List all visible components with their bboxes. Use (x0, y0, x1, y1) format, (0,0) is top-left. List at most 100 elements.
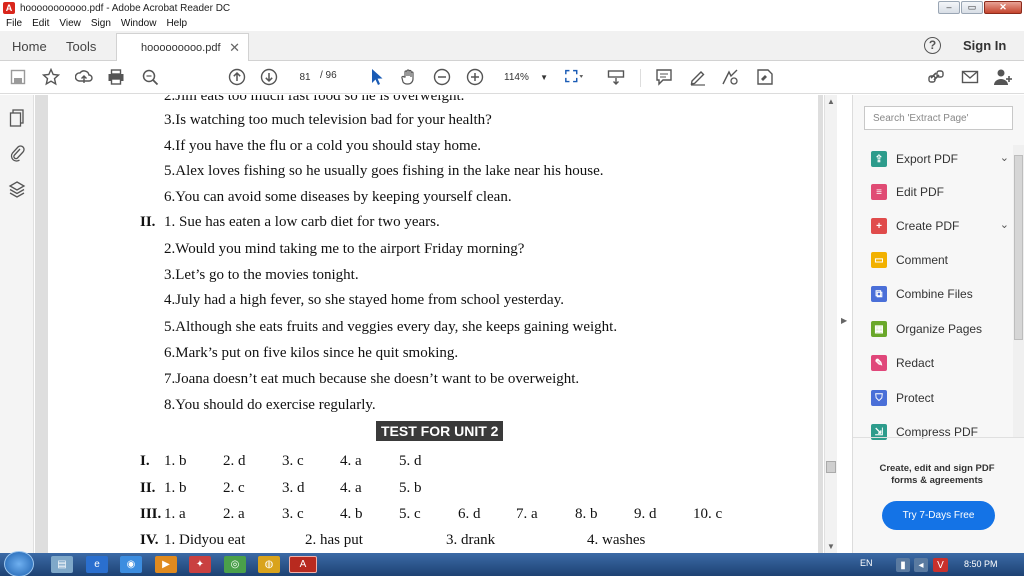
start-button-icon[interactable] (4, 551, 34, 576)
answer-item: 10. c (693, 506, 723, 522)
toolbar: 81 / 96 114% ▼ (0, 61, 1024, 94)
sign-in-button[interactable]: Sign In (963, 38, 1006, 53)
media-player-icon[interactable]: ▶ (155, 556, 177, 573)
document-viewport[interactable]: 2.Jim eats too much fast food so he is o… (35, 95, 823, 553)
page-thumbnails-icon[interactable] (8, 109, 26, 127)
menu-file[interactable]: File (6, 18, 22, 29)
close-button[interactable]: ✕ (984, 1, 1022, 14)
chrome-icon[interactable]: ◍ (258, 556, 280, 573)
answer-item: 3. c (282, 453, 304, 469)
window-controls: – ▭ ✕ (938, 1, 1022, 14)
edit-pdf-icon: ≡ (871, 184, 887, 200)
comment-icon[interactable] (654, 67, 674, 87)
send-sign-icon[interactable] (754, 67, 774, 87)
zoom-level-select[interactable]: 114% ▼ (500, 69, 550, 86)
tab-tools[interactable]: Tools (66, 39, 96, 54)
attachments-paperclip-icon[interactable] (8, 144, 26, 162)
browser-icon[interactable]: ◉ (120, 556, 142, 573)
minimize-button[interactable]: – (938, 1, 960, 14)
system-clock[interactable]: 8:50 PM (964, 559, 998, 569)
page-number-input[interactable]: 81 (290, 69, 320, 86)
try-free-button[interactable]: Try 7-Days Free (882, 501, 995, 530)
zoom-in-icon[interactable] (465, 67, 485, 87)
scrollbar-thumb[interactable] (1014, 155, 1023, 340)
promo-text: Create, edit and sign PDF forms & agreem… (879, 463, 995, 486)
menu-sign[interactable]: Sign (91, 18, 111, 29)
next-page-icon[interactable] (259, 67, 279, 87)
collapse-right-panel-arrow-icon[interactable]: ▶ (841, 316, 847, 325)
windows-taskbar: ▤ e ◉ ▶ ✦ ◎ ◍ A EN ▮ ◂ V 8:50 PM (0, 551, 1024, 576)
answer-item: 2. d (223, 453, 246, 469)
comment-icon: ▭ (871, 252, 887, 268)
upload-cloud-icon[interactable] (74, 67, 94, 87)
chevron-down-icon[interactable]: ⌄ (1000, 151, 1009, 164)
volume-icon[interactable]: ◂ (914, 558, 928, 572)
language-indicator[interactable]: EN (860, 558, 873, 568)
answer-item: 5. d (399, 453, 422, 469)
chevron-down-icon: ▼ (540, 73, 548, 82)
tool-create-pdf[interactable]: + Create PDF ⌄ (871, 216, 1011, 236)
answer-row-label: II. (140, 480, 156, 496)
previous-page-icon[interactable] (227, 67, 247, 87)
menu-window[interactable]: Window (121, 18, 157, 29)
email-icon[interactable] (960, 67, 980, 87)
answer-item: 8. b (575, 506, 598, 522)
save-icon[interactable] (8, 67, 28, 87)
internet-explorer-icon[interactable]: e (86, 556, 108, 573)
file-explorer-icon[interactable]: ▤ (51, 556, 73, 573)
keyboard-scroll-icon[interactable] (606, 67, 626, 87)
select-cursor-icon[interactable] (367, 67, 387, 87)
scrollbar-thumb[interactable] (826, 461, 836, 473)
tool-organize-pages[interactable]: ▦ Organize Pages (871, 319, 1011, 339)
panel-divider (853, 437, 1024, 438)
left-navigation-rail (0, 95, 34, 553)
tool-compress-pdf[interactable]: ⇲ Compress PDF (871, 422, 1011, 442)
add-user-icon[interactable] (993, 67, 1013, 87)
tool-combine-files[interactable]: ⧉ Combine Files (871, 284, 1011, 304)
tools-panel: Search 'Extract Page' ⇪ Export PDF ⌄ ≡ E… (852, 95, 1024, 553)
maximize-button[interactable]: ▭ (961, 1, 983, 14)
layers-icon[interactable] (8, 180, 26, 198)
tool-comment[interactable]: ▭ Comment (871, 250, 1011, 270)
answer-item: 1. Didyou eat (164, 532, 246, 548)
green-app-icon[interactable]: ◎ (224, 556, 246, 573)
menu-view[interactable]: View (59, 18, 81, 29)
tools-panel-scrollbar[interactable] (1013, 145, 1024, 437)
tool-protect[interactable]: ⛉ Protect (871, 388, 1011, 408)
tool-edit-pdf[interactable]: ≡ Edit PDF (871, 182, 1011, 202)
tool-export-pdf[interactable]: ⇪ Export PDF ⌄ (871, 149, 1011, 169)
draw-sign-icon[interactable] (720, 67, 740, 87)
highlight-pen-icon[interactable] (688, 67, 708, 87)
network-icon[interactable]: ▮ (896, 558, 910, 572)
menu-help[interactable]: Help (166, 18, 187, 29)
tab-bar: Home Tools hooooooooo.pdf ✕ ? Sign In (0, 31, 1024, 62)
search-zoom-icon[interactable] (140, 67, 160, 87)
scroll-up-arrow-icon[interactable]: ▲ (827, 97, 835, 106)
bookmark-star-icon[interactable] (41, 67, 61, 87)
fit-page-icon[interactable] (564, 67, 584, 87)
document-scrollbar[interactable]: ▲ ▼ (824, 95, 837, 553)
chevron-down-icon[interactable]: ⌄ (1000, 218, 1009, 231)
print-icon[interactable] (106, 67, 126, 87)
answer-item: 4. washes (587, 532, 646, 548)
tool-search-input[interactable]: Search 'Extract Page' (864, 106, 1013, 130)
tab-home[interactable]: Home (12, 39, 47, 54)
close-tab-icon[interactable]: ✕ (229, 40, 240, 56)
zoom-out-icon[interactable] (432, 67, 452, 87)
scroll-down-arrow-icon[interactable]: ▼ (827, 542, 835, 551)
title-bar: A hooooooooooo.pdf - Adobe Acrobat Reade… (0, 0, 1024, 16)
answer-row-label: I. (140, 453, 150, 469)
acrobat-taskbar-icon[interactable]: A (289, 556, 317, 573)
antivirus-tray-icon[interactable]: V (933, 558, 948, 572)
answer-item: 4. a (340, 453, 362, 469)
paint-app-icon[interactable]: ✦ (189, 556, 211, 573)
zoom-level-value: 114% (504, 72, 529, 83)
tool-redact[interactable]: ✎ Redact (871, 353, 1011, 373)
tab-document[interactable]: hooooooooo.pdf ✕ (116, 33, 249, 62)
menu-edit[interactable]: Edit (32, 18, 49, 29)
help-icon[interactable]: ? (924, 37, 941, 54)
hand-tool-icon[interactable] (399, 67, 419, 87)
section-label: II. (140, 214, 156, 230)
doc-line: 2.Jim eats too much fast food so he is o… (164, 95, 465, 104)
share-link-icon[interactable] (927, 67, 947, 87)
